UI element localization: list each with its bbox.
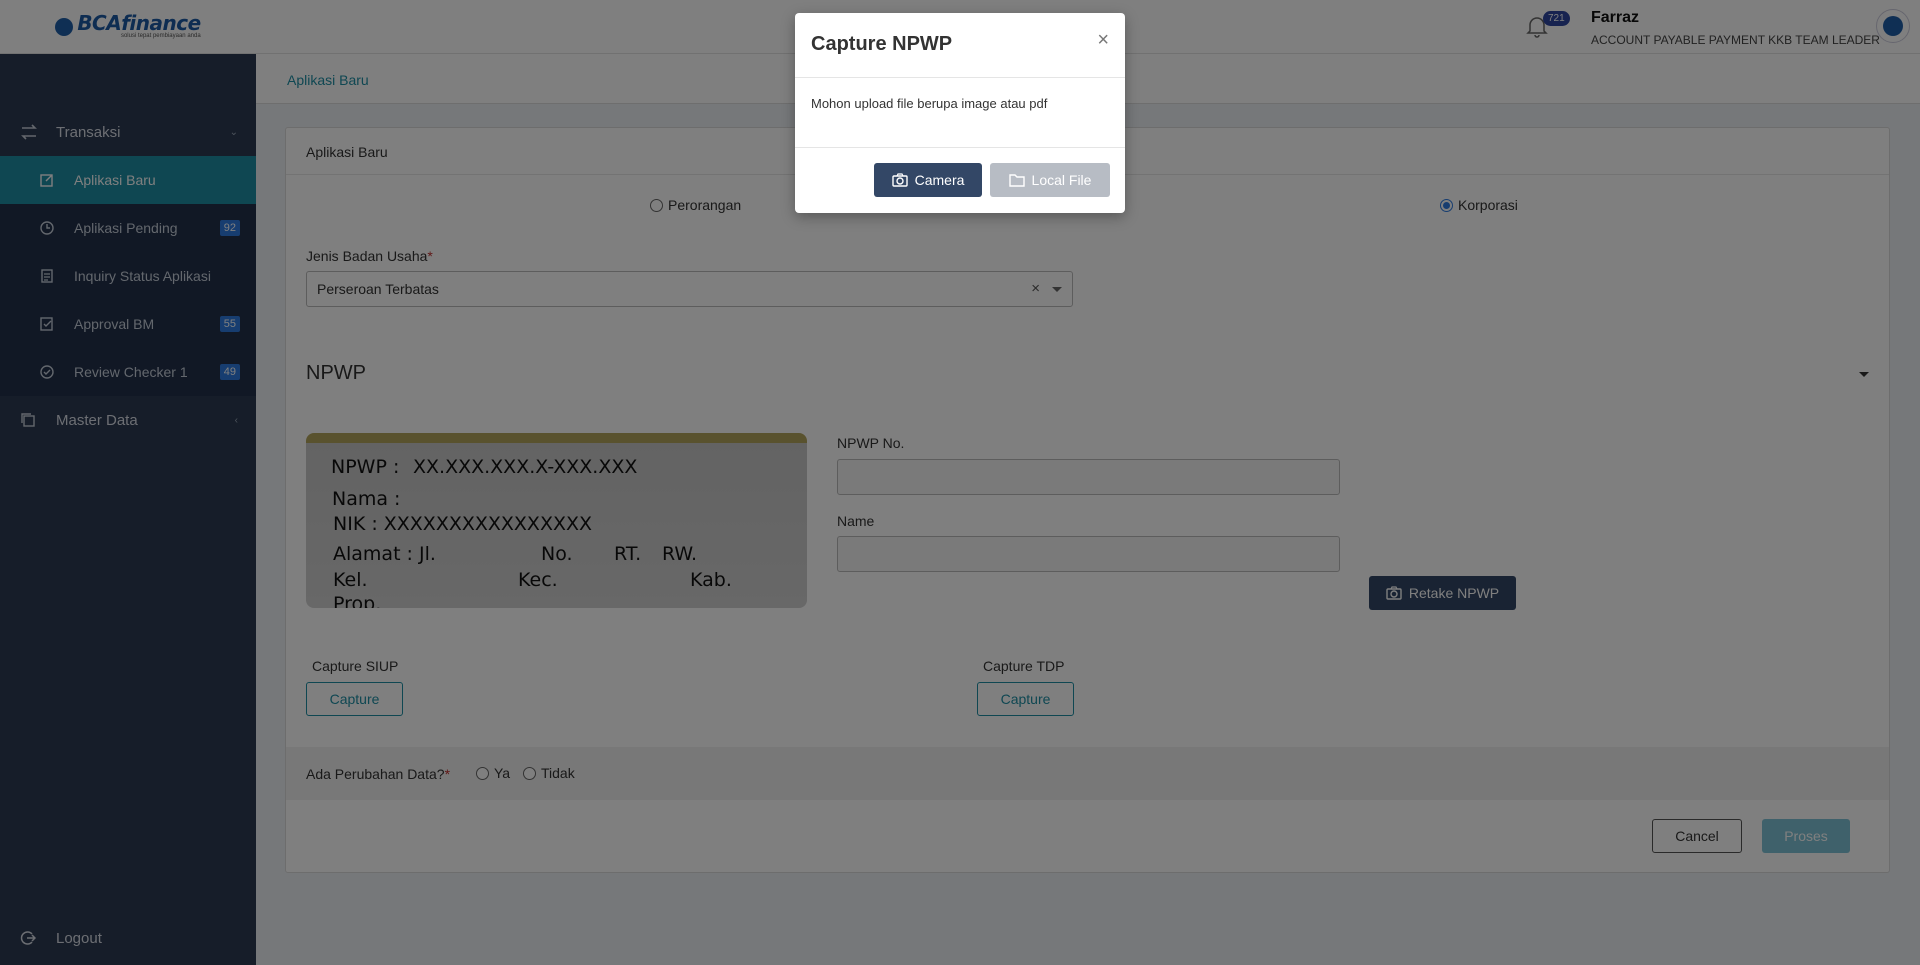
modal-message: Mohon upload file berupa image atau pdf (811, 96, 1048, 111)
camera-icon (891, 173, 908, 187)
camera-button[interactable]: Camera (874, 163, 982, 197)
divider (795, 77, 1125, 78)
capture-npwp-modal: Capture NPWP × Mohon upload file berupa … (795, 13, 1125, 213)
folder-icon (1008, 173, 1025, 187)
close-icon[interactable]: × (1097, 29, 1109, 52)
local-file-button[interactable]: Local File (990, 163, 1110, 197)
camera-label: Camera (914, 172, 965, 188)
local-file-label: Local File (1031, 172, 1092, 188)
modal-title: Capture NPWP (811, 33, 953, 55)
divider (795, 147, 1125, 148)
